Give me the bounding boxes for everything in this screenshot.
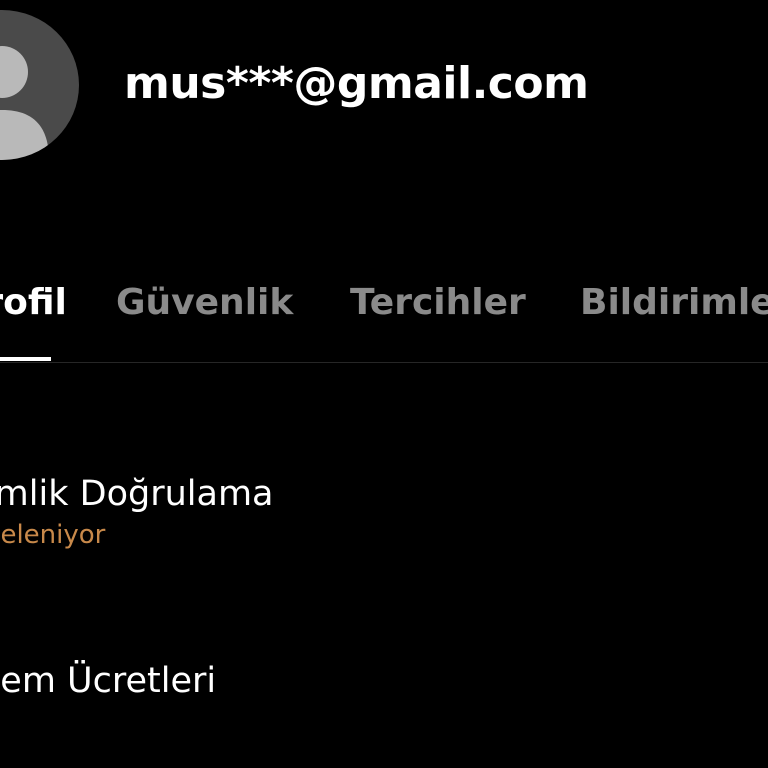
user-avatar-icon[interactable] [0,10,79,160]
transaction-fees-label: İşlem Ücretleri [0,661,217,701]
settings-tabs: Profil Güvenlik Tercihler Bildirimler [0,270,768,363]
account-email: mus***@gmail.com [124,58,589,109]
verification-status-text: İnceleniyor [0,520,106,550]
identity-verification-item[interactable]: Kimlik Doğrulama İnceleniyor [0,474,273,550]
tab-bildirimler[interactable]: Bildirimler [580,282,768,323]
transaction-fees-item[interactable]: İşlem Ücretleri [0,661,216,701]
tab-guvenlik[interactable]: Güvenlik [116,282,293,323]
profile-page: mus***@gmail.com Profil Güvenlik Tercihl… [0,0,768,768]
identity-verification-label: Kimlik Doğrulama [0,474,274,514]
tab-profil[interactable]: Profil [0,282,67,323]
avatar-silhouette-icon [0,46,49,160]
tab-tercihler[interactable]: Tercihler [350,282,526,323]
active-tab-indicator [0,357,51,361]
